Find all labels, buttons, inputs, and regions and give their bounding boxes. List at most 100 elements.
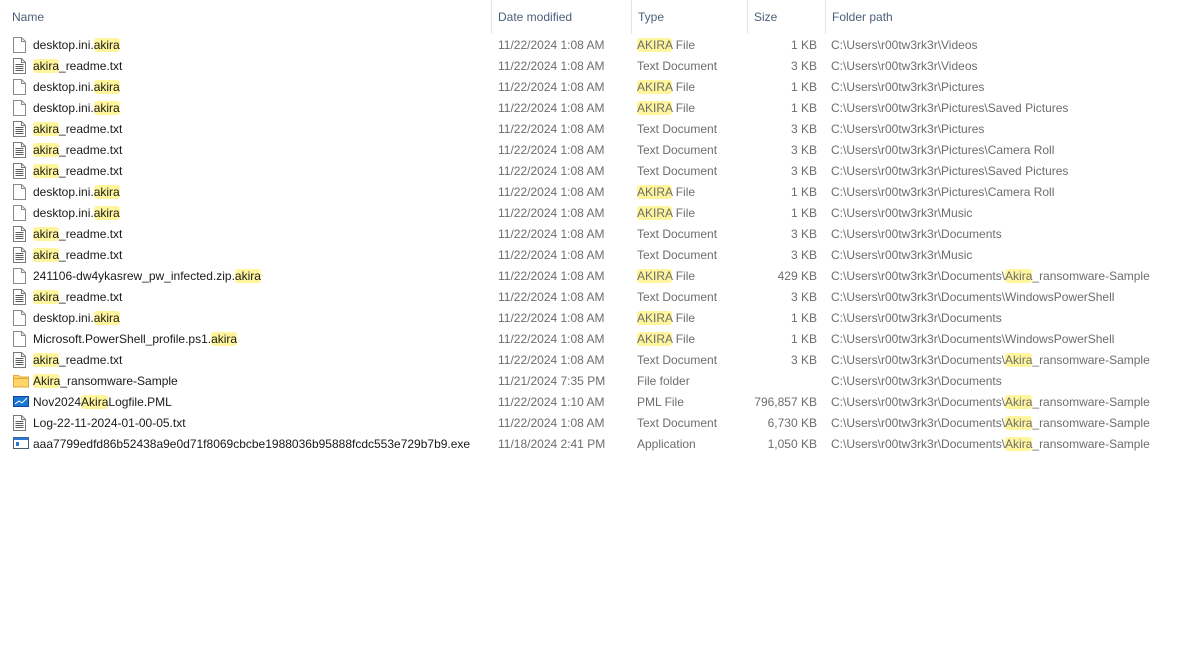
search-match-highlight: akira bbox=[93, 101, 120, 115]
text-file-icon bbox=[13, 226, 29, 243]
file-type: AKIRA File bbox=[637, 101, 696, 115]
file-row[interactable]: akira_readme.txt 11/22/2024 1:08 AM Text D… bbox=[0, 224, 1200, 245]
file-row[interactable]: aaa7799edfd86b52438a9e0d71f8069cbcbe1988… bbox=[0, 434, 1200, 455]
file-row[interactable]: Nov2024AkiraLogfile.PML 11/22/2024 1:10 A… bbox=[0, 392, 1200, 413]
file-folder-path: C:\Users\r00tw3rk3r\Documents bbox=[831, 374, 1002, 388]
search-match-highlight: Akira bbox=[1005, 269, 1033, 283]
blank-file-icon bbox=[13, 205, 29, 222]
search-match-highlight: akira bbox=[234, 269, 261, 283]
file-folder-path: C:\Users\r00tw3rk3r\Documents\WindowsPow… bbox=[831, 290, 1115, 304]
search-match-highlight: AKIRA bbox=[637, 80, 673, 94]
file-size: 429 KB bbox=[777, 269, 817, 283]
file-size: 1,050 KB bbox=[767, 437, 817, 451]
search-match-highlight: AKIRA bbox=[637, 185, 673, 199]
file-name: akira_readme.txt bbox=[33, 227, 123, 241]
file-size: 1 KB bbox=[790, 101, 817, 115]
search-match-highlight: akira bbox=[33, 143, 60, 157]
search-match-highlight: AKIRA bbox=[637, 269, 673, 283]
file-row[interactable]: Log-22-11-2024-01-00-05.txt 11/22/2024 1:… bbox=[0, 413, 1200, 434]
file-name: akira_readme.txt bbox=[33, 290, 123, 304]
file-folder-path: C:\Users\r00tw3rk3r\Documents\Akira_rans… bbox=[831, 416, 1150, 430]
file-row[interactable]: desktop.ini.akira 11/22/2024 1:08 AM AKIRA… bbox=[0, 98, 1200, 119]
file-size: 1 KB bbox=[790, 80, 817, 94]
file-row[interactable]: desktop.ini.akira 11/22/2024 1:08 AM AKIRA… bbox=[0, 308, 1200, 329]
file-row[interactable]: desktop.ini.akira 11/22/2024 1:08 AM AKIRA… bbox=[0, 77, 1200, 98]
blank-file-icon bbox=[13, 331, 29, 348]
file-date-modified: 11/21/2024 7:35 PM bbox=[498, 374, 606, 388]
search-match-highlight: Akira bbox=[33, 374, 61, 388]
file-date-modified: 11/22/2024 1:08 AM bbox=[498, 248, 605, 262]
search-match-highlight: akira bbox=[33, 227, 60, 241]
blank-file-icon bbox=[13, 79, 29, 96]
file-row[interactable]: Akira_ransomware-Sample 11/21/2024 7:35 P… bbox=[0, 371, 1200, 392]
file-type: Text Document bbox=[637, 143, 718, 157]
column-header-type[interactable]: Type bbox=[631, 0, 747, 34]
folder-icon bbox=[13, 373, 29, 390]
file-type: Text Document bbox=[637, 248, 718, 262]
file-name: akira_readme.txt bbox=[33, 353, 123, 367]
column-header-folder-path[interactable]: Folder path bbox=[825, 0, 1195, 34]
text-file-icon bbox=[13, 58, 29, 75]
text-file-icon bbox=[13, 163, 29, 180]
file-name: desktop.ini.akira bbox=[33, 311, 120, 325]
file-type: AKIRA File bbox=[637, 311, 696, 325]
search-match-highlight: AKIRA bbox=[637, 332, 673, 346]
file-folder-path: C:\Users\r00tw3rk3r\Pictures\Saved Pictu… bbox=[831, 164, 1069, 178]
column-header-size[interactable]: Size bbox=[747, 0, 825, 34]
file-row[interactable]: akira_readme.txt 11/22/2024 1:08 AM Text D… bbox=[0, 161, 1200, 182]
file-row[interactable]: akira_readme.txt 11/22/2024 1:08 AM Text D… bbox=[0, 287, 1200, 308]
search-match-highlight: akira bbox=[93, 206, 120, 220]
file-row[interactable]: Microsoft.PowerShell_profile.ps1.akira 11… bbox=[0, 329, 1200, 350]
file-row[interactable]: akira_readme.txt 11/22/2024 1:08 AM Text D… bbox=[0, 140, 1200, 161]
file-date-modified: 11/22/2024 1:08 AM bbox=[498, 227, 605, 241]
column-header-name[interactable]: Name bbox=[6, 0, 490, 34]
file-date-modified: 11/18/2024 2:41 PM bbox=[498, 437, 606, 451]
file-row[interactable]: akira_readme.txt 11/22/2024 1:08 AM Text D… bbox=[0, 56, 1200, 77]
file-type: Text Document bbox=[637, 353, 718, 367]
file-row[interactable]: desktop.ini.akira 11/22/2024 1:08 AM AKIRA… bbox=[0, 182, 1200, 203]
file-row[interactable]: akira_readme.txt 11/22/2024 1:08 AM Text D… bbox=[0, 350, 1200, 371]
file-name: akira_readme.txt bbox=[33, 143, 123, 157]
file-date-modified: 11/22/2024 1:08 AM bbox=[498, 164, 605, 178]
file-folder-path: C:\Users\r00tw3rk3r\Music bbox=[831, 206, 973, 220]
file-row[interactable]: desktop.ini.akira 11/22/2024 1:08 AM AKIRA… bbox=[0, 35, 1200, 56]
file-row[interactable]: desktop.ini.akira 11/22/2024 1:08 AM AKIRA… bbox=[0, 203, 1200, 224]
search-match-highlight: AKIRA bbox=[637, 311, 673, 325]
file-row[interactable]: 241106-dw4ykasrew_pw_infected.zip.akira 1… bbox=[0, 266, 1200, 287]
file-name: akira_readme.txt bbox=[33, 248, 123, 262]
file-date-modified: 11/22/2024 1:08 AM bbox=[498, 311, 605, 325]
file-date-modified: 11/22/2024 1:08 AM bbox=[498, 353, 605, 367]
file-type: Text Document bbox=[637, 290, 718, 304]
file-date-modified: 11/22/2024 1:08 AM bbox=[498, 143, 605, 157]
file-folder-path: C:\Users\r00tw3rk3r\Music bbox=[831, 248, 973, 262]
search-match-highlight: Akira bbox=[1005, 395, 1033, 409]
file-folder-path: C:\Users\r00tw3rk3r\Documents bbox=[831, 311, 1002, 325]
file-size: 6,730 KB bbox=[767, 416, 817, 430]
file-row[interactable]: akira_readme.txt 11/22/2024 1:08 AM Text D… bbox=[0, 119, 1200, 140]
file-type: PML File bbox=[637, 395, 684, 409]
search-match-highlight: AKIRA bbox=[637, 38, 673, 52]
text-file-icon bbox=[13, 415, 29, 432]
file-row[interactable]: akira_readme.txt 11/22/2024 1:08 AM Text D… bbox=[0, 245, 1200, 266]
file-date-modified: 11/22/2024 1:08 AM bbox=[498, 332, 605, 346]
search-match-highlight: Akira bbox=[1005, 353, 1033, 367]
file-folder-path: C:\Users\r00tw3rk3r\Pictures\Camera Roll bbox=[831, 185, 1055, 199]
text-file-icon bbox=[13, 352, 29, 369]
column-header-date-modified[interactable]: Date modified bbox=[491, 0, 631, 34]
search-match-highlight: akira bbox=[211, 332, 238, 346]
file-type: Text Document bbox=[637, 416, 718, 430]
file-size: 3 KB bbox=[790, 164, 817, 178]
text-file-icon bbox=[13, 247, 29, 264]
file-size: 3 KB bbox=[790, 248, 817, 262]
file-size: 1 KB bbox=[790, 185, 817, 199]
file-size: 3 KB bbox=[790, 353, 817, 367]
file-date-modified: 11/22/2024 1:08 AM bbox=[498, 101, 605, 115]
file-folder-path: C:\Users\r00tw3rk3r\Pictures\Camera Roll bbox=[831, 143, 1055, 157]
application-icon bbox=[13, 436, 29, 453]
file-type: Text Document bbox=[637, 164, 718, 178]
file-size: 3 KB bbox=[790, 143, 817, 157]
file-folder-path: C:\Users\r00tw3rk3r\Pictures\Saved Pictu… bbox=[831, 101, 1069, 115]
search-match-highlight: akira bbox=[93, 80, 120, 94]
file-size: 3 KB bbox=[790, 122, 817, 136]
search-match-highlight: akira bbox=[93, 38, 120, 52]
